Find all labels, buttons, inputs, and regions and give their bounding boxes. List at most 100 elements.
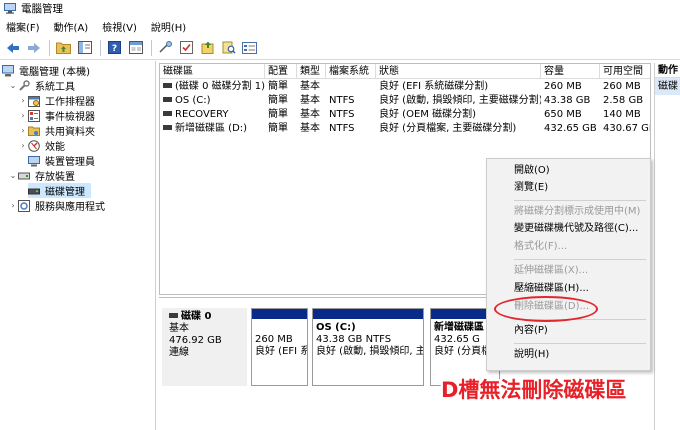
actions-header: 動作 [655,63,680,78]
menu-help[interactable]: 說明(H) [151,19,186,34]
table-row[interactable]: OS (C:) 簡單 基本 NTFS 良好 (啟動, 損毀傾印, 主要磁碟分割)… [160,94,650,108]
menu-item-open[interactable]: 開啟(O) [487,163,652,179]
help-icon[interactable]: ? [106,39,123,56]
tree-item-storage[interactable]: ⌄ 存放裝置 [8,168,75,183]
actions-pane: 動作 磁碟 [654,63,680,430]
chevron-right-icon[interactable]: › [8,201,18,210]
partition-size: 43.38 GB NTFS [316,334,392,345]
tree-item-label: 共用資料夾 [45,127,95,138]
tree-item-label: 存放裝置 [35,172,75,183]
menu-item-mark-active: 將磁碟分割標示成使用中(M) [514,206,641,217]
volume-icon [163,82,172,88]
forward-arrow-icon[interactable] [25,39,42,56]
menu-item-explore[interactable]: 瀏覽(E) [487,180,652,196]
column-header-layout[interactable]: 配置 [265,64,297,79]
table-row[interactable]: RECOVERY 簡單 基本 NTFS 良好 (OEM 磁碟分割) 650 MB… [160,108,650,122]
volume-file-system: NTFS [329,109,355,120]
volume-layout: 簡單 [268,95,288,106]
volume-name: RECOVERY [175,109,229,120]
view-icon[interactable] [241,39,258,56]
menu-item-help[interactable]: 說明(H) [487,347,652,363]
disk-size: 476.92 GB [169,335,222,346]
tree-item-event-viewer[interactable]: › 事件檢視器 [18,108,95,123]
chevron-down-icon[interactable]: ⌄ [8,171,18,180]
menu-view[interactable]: 檢視(V) [102,19,137,34]
tree-item-performance[interactable]: › 效能 [18,138,65,153]
chevron-down-icon[interactable]: ⌄ [8,81,18,90]
partition-efi[interactable]: 260 MB 良好 (EFI 系 [251,308,308,386]
show-hide-tree-icon[interactable] [76,39,93,56]
volume-free-space: 2.58 GB [603,95,644,106]
volume-icon [163,110,172,116]
disk-type: 基本 [169,323,189,334]
column-header-type[interactable]: 類型 [297,64,326,79]
column-header-free-space[interactable]: 可用空間 [600,64,650,79]
menu-bar: 檔案(F) 動作(A) 檢視(V) 說明(H) [0,17,680,36]
partition-bar [252,309,307,319]
menu-item-properties[interactable]: 內容(P) [487,323,652,339]
column-header-capacity[interactable]: 容量 [541,64,600,79]
menu-item-change-drive-letter[interactable]: 變更磁碟機代號及路徑(C)... [487,221,652,237]
tree-item-label: 系統工具 [35,82,75,93]
tree-item-label: 事件檢視器 [45,112,95,123]
tree-item-device-manager[interactable]: 裝置管理員 [28,153,95,168]
tree-item-shared-folders[interactable]: › 共用資料夾 [18,123,95,138]
volume-name: 新增磁碟區 (D:) [175,123,248,134]
menu-separator [514,259,646,260]
properties-icon[interactable] [127,39,144,56]
back-arrow-icon[interactable] [4,39,21,56]
tree-item-label: 磁碟管理 [45,187,85,198]
tree-item-system-tools[interactable]: ⌄ 系統工具 [8,78,75,93]
toolbar-separator [151,39,152,56]
tree-item-label: 工作排程器 [45,97,95,108]
shared-folder-icon [28,125,40,137]
tree-item-label: 裝置管理員 [45,157,95,168]
volume-capacity: 260 MB [544,81,582,92]
partition-os-c[interactable]: OS (C:) 43.38 GB NTFS 良好 (啟動, 損毀傾印, 主 [312,308,424,386]
tree-item-services-applications[interactable]: › 服務與應用程式 [8,198,105,213]
task-scheduler-icon [28,95,40,107]
volume-capacity: 43.38 GB [544,95,591,106]
column-header-status[interactable]: 狀態 [376,64,541,79]
tree-item-label: 電腦管理 (本機) [19,67,90,78]
volume-type: 基本 [300,81,320,92]
disk-management-icon [28,185,40,197]
search-icon[interactable] [220,39,237,56]
column-header-volume[interactable]: 磁碟區 [160,64,265,79]
volume-layout: 簡單 [268,123,288,134]
chevron-right-icon[interactable]: › [18,111,28,120]
disk-info[interactable]: 磁碟 0 基本 476.92 GB 連線 [162,308,247,386]
menu-item-shrink-volume[interactable]: 壓縮磁碟區(H)... [487,281,652,297]
partition-bar [313,309,423,319]
volume-status: 良好 (EFI 系統磁碟分割) [379,81,489,92]
actions-item-disk[interactable]: 磁碟 [655,78,680,95]
menu-item-format: 格式化(F)... [514,241,568,252]
storage-icon [18,170,30,182]
tree-item-computer-management[interactable]: 電腦管理 (本機) [2,63,90,78]
chevron-right-icon[interactable]: › [18,96,28,105]
export-icon[interactable] [199,39,216,56]
table-row[interactable]: (磁碟 0 磁碟分割 1) 簡單 基本 良好 (EFI 系統磁碟分割) 260 … [160,80,650,94]
volume-file-system: NTFS [329,95,355,106]
menu-file[interactable]: 檔案(F) [6,19,40,34]
connect-icon[interactable] [157,39,174,56]
chevron-right-icon[interactable]: › [18,141,28,150]
volume-type: 基本 [300,109,320,120]
disk-name: 磁碟 0 [181,311,212,322]
tree-item-label: 服務與應用程式 [35,202,105,213]
tree-item-disk-management[interactable]: 磁碟管理 [28,183,91,198]
performance-icon [28,139,40,152]
volume-icon [163,96,172,102]
checklist-icon[interactable] [178,39,195,56]
toolbar-separator [49,39,50,56]
chevron-right-icon[interactable]: › [18,126,28,135]
volume-name: OS (C:) [175,95,211,106]
partition-size: 260 MB [255,334,293,345]
table-row[interactable]: 新增磁碟區 (D:) 簡單 基本 NTFS 良好 (分頁檔案, 主要磁碟分割) … [160,122,650,136]
svg-text:?: ? [112,44,117,54]
tree-item-task-scheduler[interactable]: › 工作排程器 [18,93,95,108]
up-folder-icon[interactable] [55,39,72,56]
partition-name: OS (C:) [316,322,356,333]
menu-action[interactable]: 動作(A) [54,19,89,34]
column-header-file-system[interactable]: 檔案系統 [326,64,376,79]
